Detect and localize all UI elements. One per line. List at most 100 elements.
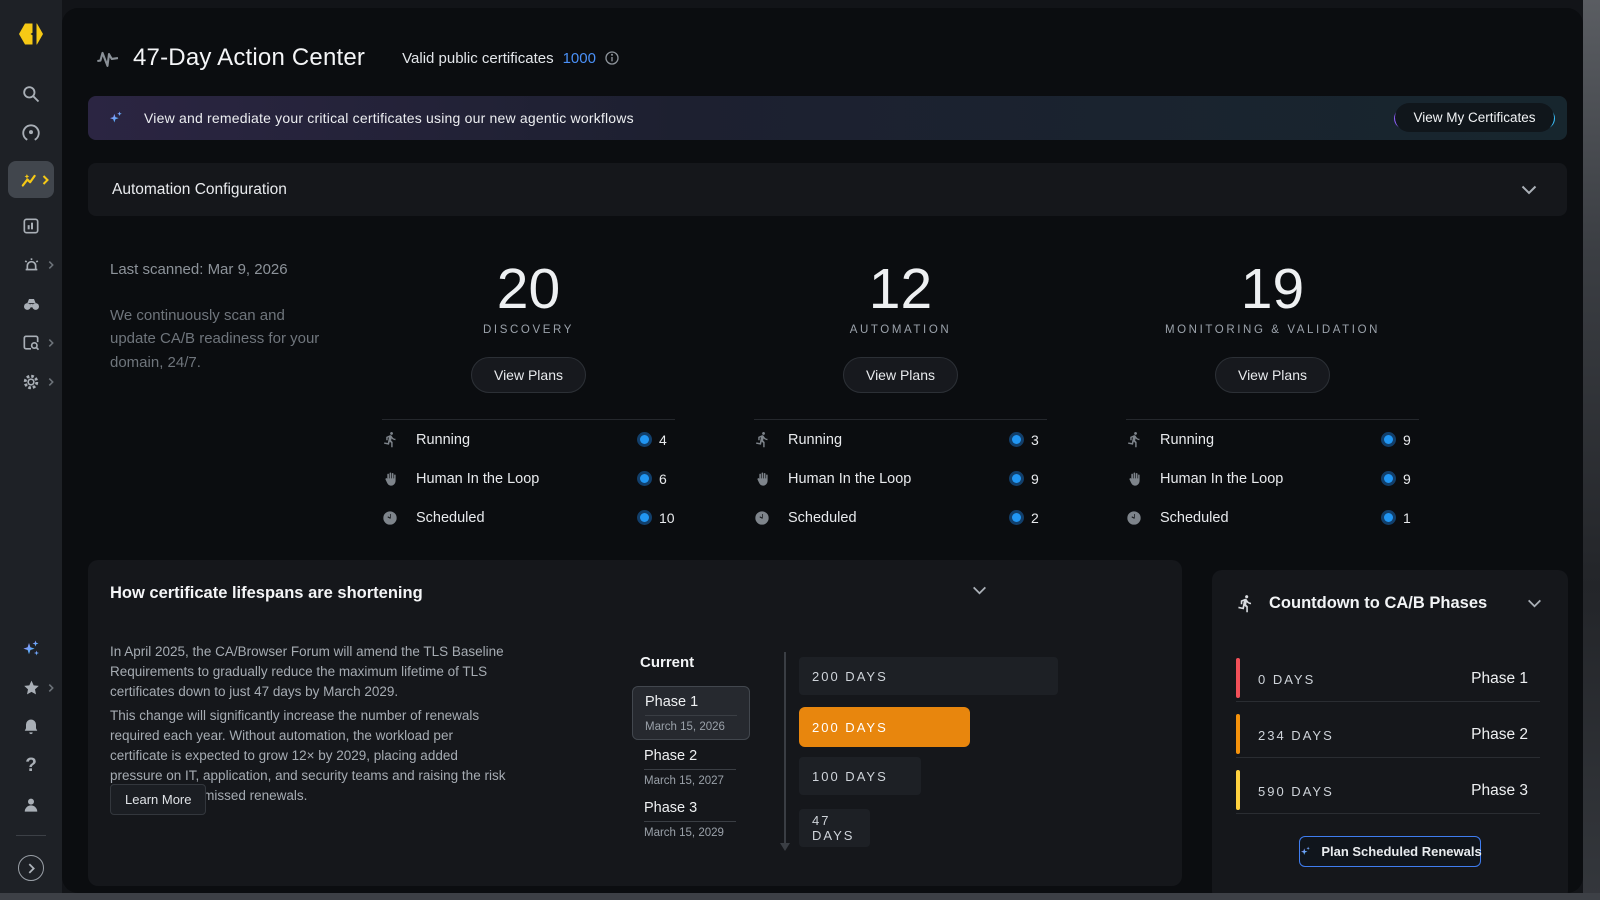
status-dot — [1384, 513, 1393, 522]
status-dot — [1012, 435, 1021, 444]
lifespans-card: How certificate lifespans are shortening… — [88, 560, 1182, 886]
main-content: 47-Day Action Center Valid public certif… — [62, 8, 1583, 893]
running-row: Running 4 — [382, 420, 675, 459]
scheduled-count: 10 — [659, 510, 675, 526]
sidebar-divider — [16, 835, 46, 836]
brand-logo-icon[interactable] — [15, 18, 47, 55]
lifespan-bar-47-days: 47 DAYS — [799, 809, 870, 847]
runner-icon — [1126, 431, 1146, 448]
pulse-icon — [95, 46, 120, 71]
human-in-loop-count: 9 — [1031, 471, 1047, 487]
countdown-card: Countdown to CA/B Phases 0 DAYS Phase 1 … — [1212, 570, 1568, 893]
info-icon[interactable] — [604, 50, 620, 66]
current-label: Current — [640, 654, 694, 671]
learn-more-button[interactable]: Learn More — [110, 784, 206, 815]
sidebar: ? — [0, 0, 62, 893]
scheduled-row: Scheduled 10 — [382, 498, 675, 537]
view-plans-button[interactable]: View Plans — [1215, 357, 1330, 393]
phase-2-item[interactable]: Phase 2 March 15, 2027 — [644, 748, 762, 787]
running-label: Running — [416, 432, 470, 448]
running-row: Running 3 — [754, 420, 1047, 459]
scheduled-label: Scheduled — [416, 510, 485, 526]
certificate-inspector-icon[interactable] — [19, 332, 43, 354]
automation-configuration-title: Automation Configuration — [112, 181, 287, 199]
hand-icon — [1126, 471, 1146, 487]
human-in-loop-label: Human In the Loop — [1160, 471, 1283, 487]
running-label: Running — [1160, 432, 1214, 448]
chevron-down-icon[interactable] — [1527, 599, 1542, 608]
scheduled-label: Scheduled — [1160, 510, 1229, 526]
plan-scheduled-renewals-button[interactable]: Plan Scheduled Renewals — [1299, 836, 1481, 867]
stat-count: 20 — [382, 253, 675, 319]
alerts-siren-icon[interactable] — [19, 254, 43, 276]
page-header: 47-Day Action Center Valid public certif… — [95, 44, 1553, 72]
scheduled-count: 2 — [1031, 510, 1047, 526]
status-dot — [1012, 513, 1021, 522]
human-in-loop-label: Human In the Loop — [416, 471, 539, 487]
status-dot — [640, 474, 649, 483]
chevron-down-icon[interactable] — [972, 586, 987, 595]
runner-icon — [754, 431, 774, 448]
discovery-binoculars-icon[interactable] — [19, 293, 43, 315]
view-plans-button[interactable]: View Plans — [471, 357, 586, 393]
countdown-row-phase-3: 590 DAYS Phase 3 — [1236, 769, 1540, 814]
phase-1-color-bar — [1236, 658, 1240, 698]
view-plans-button[interactable]: View Plans — [843, 357, 958, 393]
search-icon[interactable] — [19, 83, 43, 105]
status-dot — [1384, 474, 1393, 483]
countdown-row-phase-1: 0 DAYS Phase 1 — [1236, 657, 1540, 702]
status-dot — [1012, 474, 1021, 483]
scheduled-row: Scheduled 2 — [754, 498, 1047, 537]
favorites-star-icon[interactable] — [19, 677, 43, 699]
clock-icon — [1126, 510, 1146, 526]
lifespan-bar-200-days: 200 DAYS — [799, 657, 1058, 695]
automation-configuration-header[interactable]: Automation Configuration — [88, 163, 1567, 216]
human-in-loop-row: Human In the Loop 9 — [1126, 459, 1419, 498]
running-label: Running — [788, 432, 842, 448]
dashboard-target-icon[interactable] — [19, 122, 43, 144]
stat-column-automation: 12 AUTOMATION View Plans Running 3 Human… — [754, 253, 1047, 537]
stat-count: 19 — [1126, 253, 1419, 319]
valid-certificates-count-link[interactable]: 1000 — [563, 50, 596, 67]
phase-1-item[interactable]: Phase 1 March 15, 2026 — [632, 686, 750, 740]
reports-icon[interactable] — [19, 215, 43, 237]
status-dot — [640, 513, 649, 522]
human-in-loop-row: Human In the Loop 6 — [382, 459, 675, 498]
sidebar-item-automation-active[interactable] — [8, 161, 54, 198]
scan-info: Last scanned: Mar 9, 2026 We continuousl… — [110, 253, 350, 537]
lifespans-title: How certificate lifespans are shortening — [110, 584, 423, 603]
agentic-workflows-banner: View and remediate your critical certifi… — [88, 96, 1567, 140]
sparkle-icon — [1298, 844, 1313, 859]
runner-icon — [1236, 594, 1255, 613]
running-count: 3 — [1031, 432, 1047, 448]
help-icon[interactable]: ? — [19, 755, 43, 777]
human-in-loop-row: Human In the Loop 9 — [754, 459, 1047, 498]
last-scanned-text: Last scanned: Mar 9, 2026 — [110, 261, 350, 278]
stat-label: AUTOMATION — [754, 324, 1047, 336]
status-dot — [640, 435, 649, 444]
stat-count: 12 — [754, 253, 1047, 319]
chevron-down-icon[interactable] — [1521, 185, 1537, 195]
ai-sparkles-icon[interactable] — [19, 638, 43, 660]
running-row: Running 9 — [1126, 420, 1419, 459]
settings-gear-icon[interactable] — [19, 371, 43, 393]
view-my-certificates-button[interactable]: View My Certificates — [1394, 108, 1555, 129]
account-person-icon[interactable] — [19, 794, 43, 816]
lifespan-bar-100-days: 100 DAYS — [799, 757, 921, 795]
human-in-loop-count: 6 — [659, 471, 675, 487]
window-edge-bottom — [0, 893, 1600, 900]
page-title: 47-Day Action Center — [133, 44, 365, 72]
expand-sidebar-icon[interactable] — [18, 855, 44, 881]
status-dot — [1384, 435, 1393, 444]
stat-column-discovery: 20 DISCOVERY View Plans Running 4 Human … — [382, 253, 675, 537]
phase-3-item[interactable]: Phase 3 March 15, 2029 — [644, 800, 762, 839]
human-in-loop-count: 9 — [1403, 471, 1419, 487]
scan-description: We continuously scan and update CA/B rea… — [110, 304, 320, 374]
valid-certificates-label: Valid public certificates — [402, 50, 553, 67]
sparkle-icon — [106, 108, 126, 128]
clock-icon — [382, 510, 402, 526]
countdown-row-phase-2: 234 DAYS Phase 2 — [1236, 713, 1540, 758]
phase-2-color-bar — [1236, 714, 1240, 754]
window-edge-right — [1583, 0, 1600, 900]
notifications-bell-icon[interactable] — [19, 716, 43, 738]
